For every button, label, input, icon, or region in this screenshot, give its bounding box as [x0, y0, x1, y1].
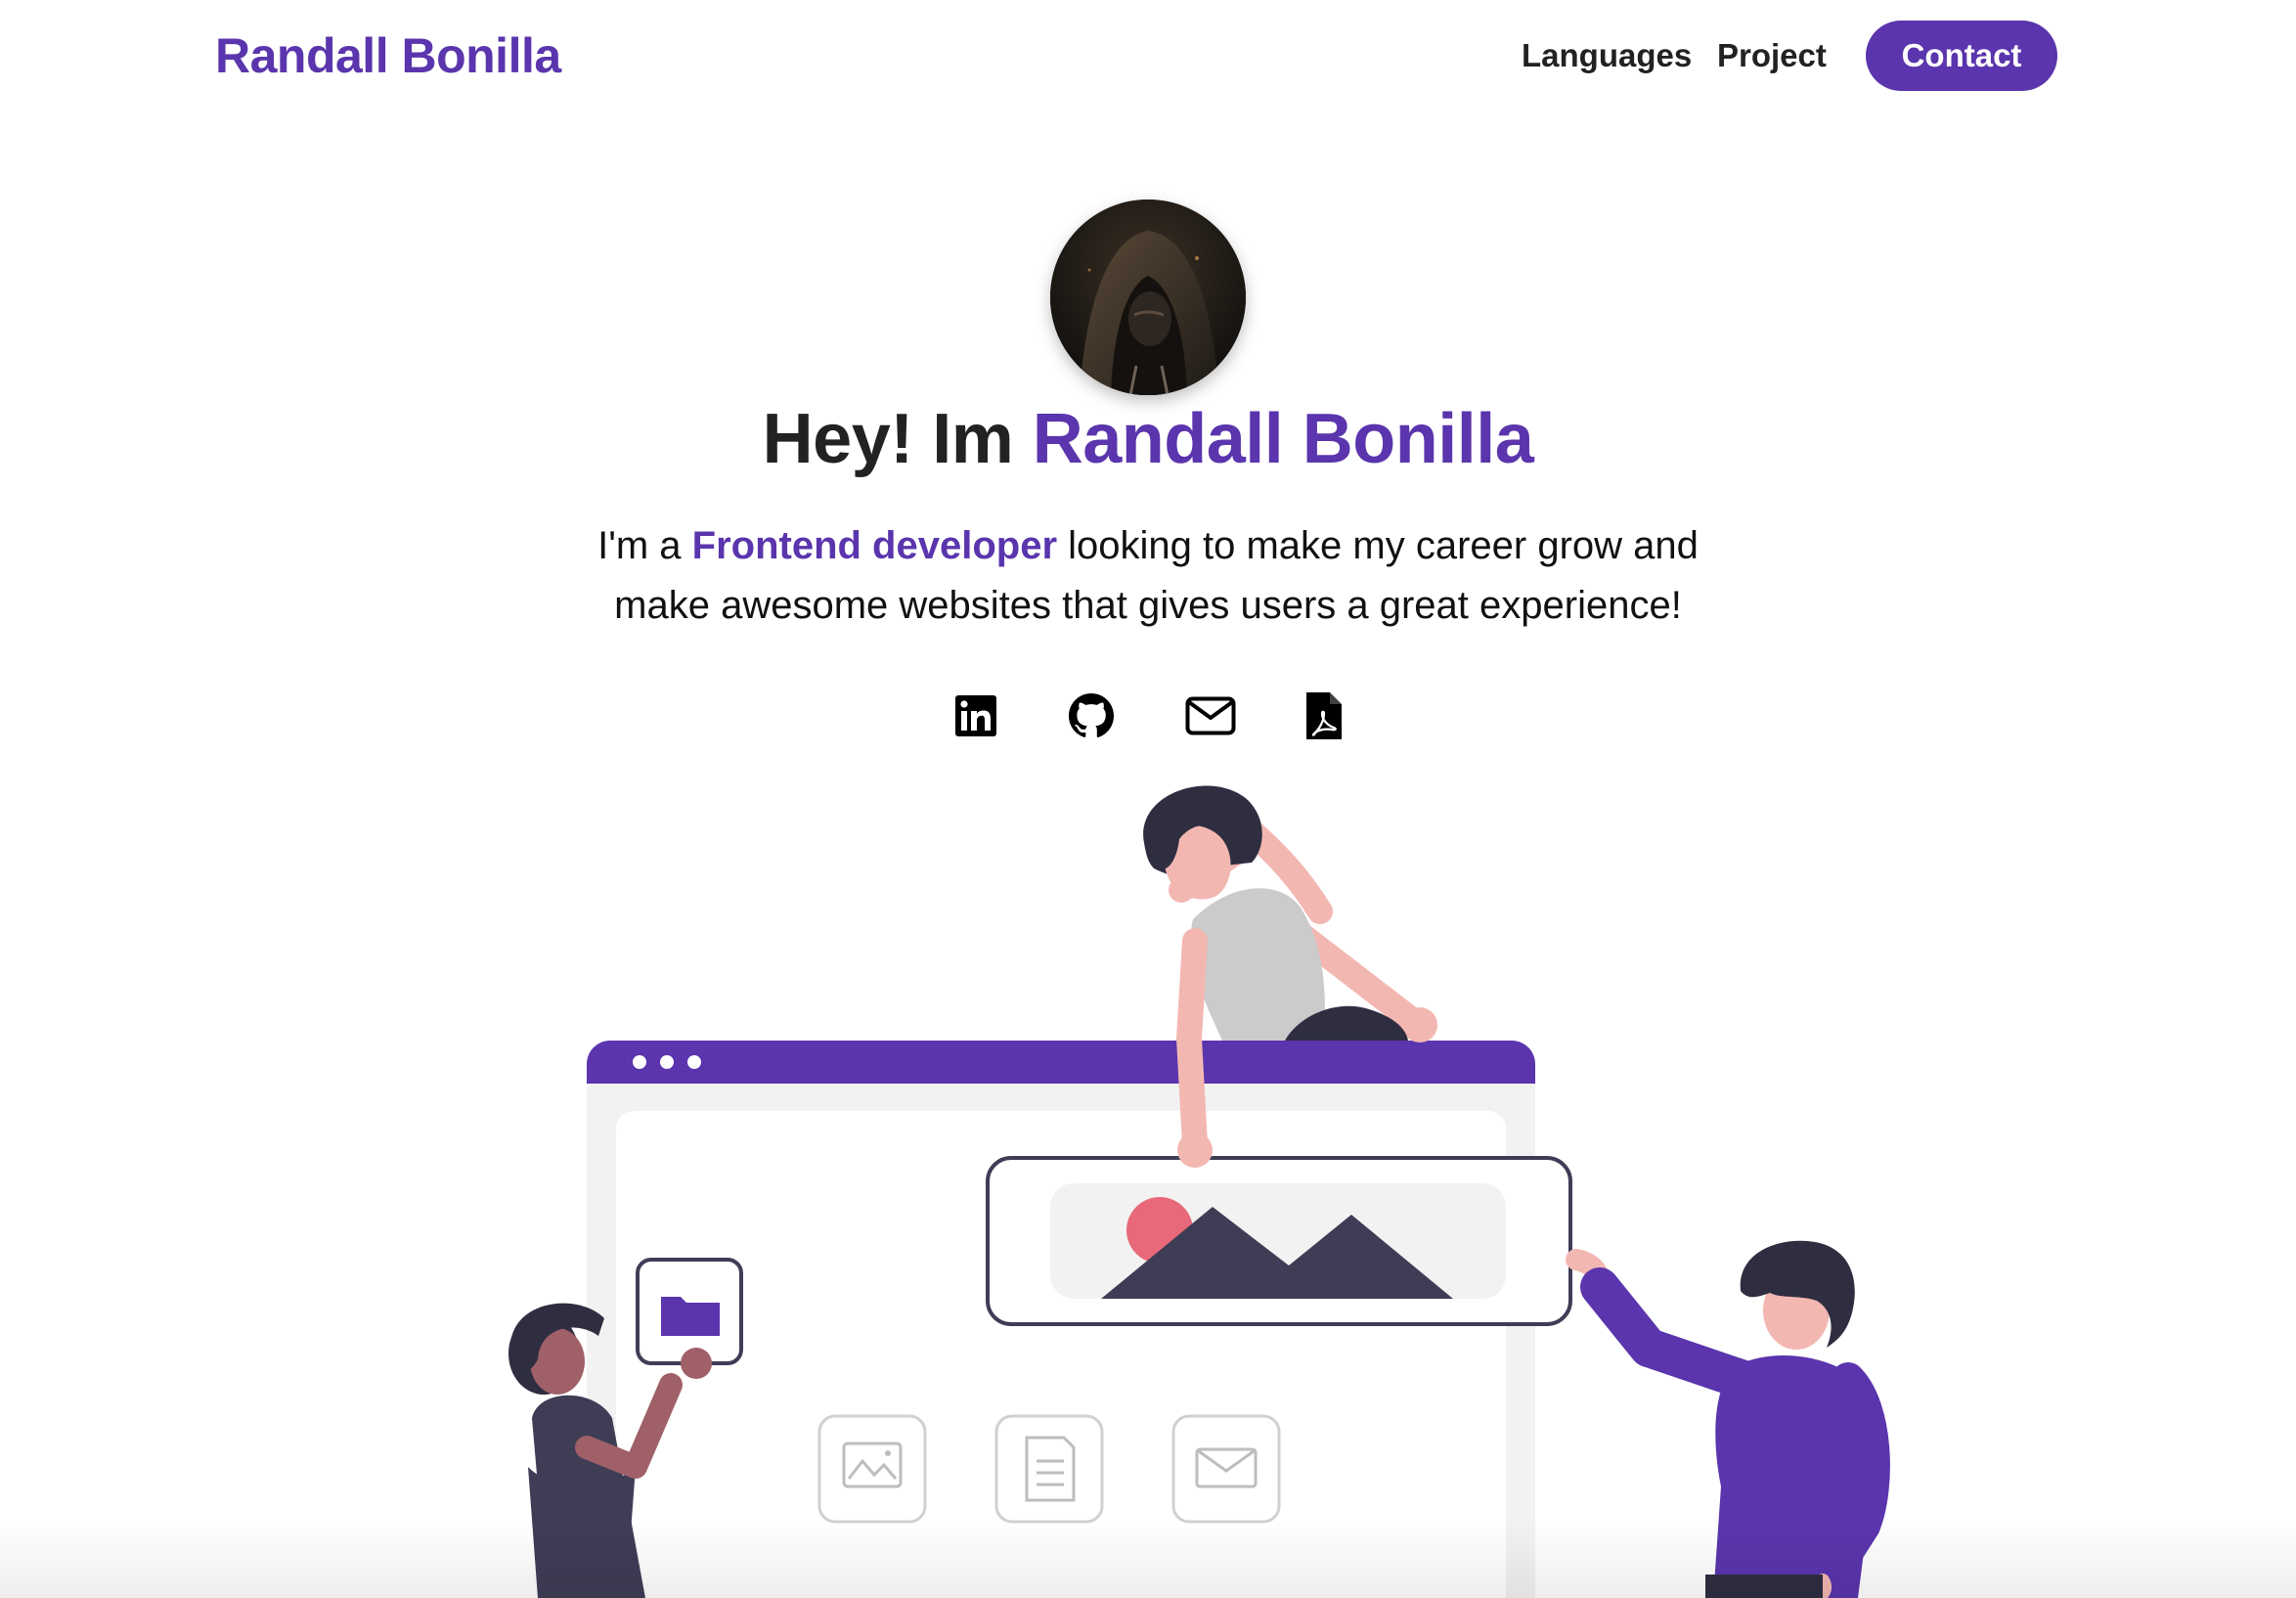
navbar: Randall Bonilla Languages Project Contac…: [0, 0, 2296, 113]
email-link[interactable]: [1183, 688, 1238, 743]
mail-card: [1171, 1414, 1281, 1524]
email-icon: [1185, 696, 1236, 735]
github-icon: [1069, 693, 1114, 737]
image-card: [817, 1414, 927, 1524]
hero-subtitle-prefix: I'm a: [597, 524, 692, 567]
browser-titlebar: [587, 1041, 1535, 1084]
hero-subtitle-highlight: Frontend developer: [691, 524, 1058, 567]
social-links: [0, 688, 2296, 743]
brand-logo[interactable]: Randall Bonilla: [215, 27, 561, 84]
hero-illustration: [508, 785, 1890, 1598]
linkedin-icon: [955, 695, 996, 736]
window-dot: [687, 1055, 701, 1069]
pdf-icon: [1306, 692, 1342, 739]
nav-link-project[interactable]: Project: [1717, 37, 1827, 74]
hero-title: Hey! Im Randall Bonilla: [0, 399, 2296, 479]
cv-link[interactable]: [1297, 688, 1351, 743]
window-dot: [660, 1055, 674, 1069]
window-dot: [633, 1055, 646, 1069]
document-card: [994, 1414, 1104, 1524]
hero-subtitle: I'm a Frontend developer looking to make…: [561, 516, 1735, 636]
hero-title-prefix: Hey! Im: [762, 400, 1033, 478]
linkedin-link[interactable]: [949, 688, 1003, 743]
github-link[interactable]: [1064, 688, 1119, 743]
avatar: [1050, 200, 1246, 395]
hero-title-name: Randall Bonilla: [1032, 400, 1534, 478]
nav-link-languages[interactable]: Languages: [1522, 37, 1692, 74]
contact-button[interactable]: Contact: [1866, 21, 2057, 91]
